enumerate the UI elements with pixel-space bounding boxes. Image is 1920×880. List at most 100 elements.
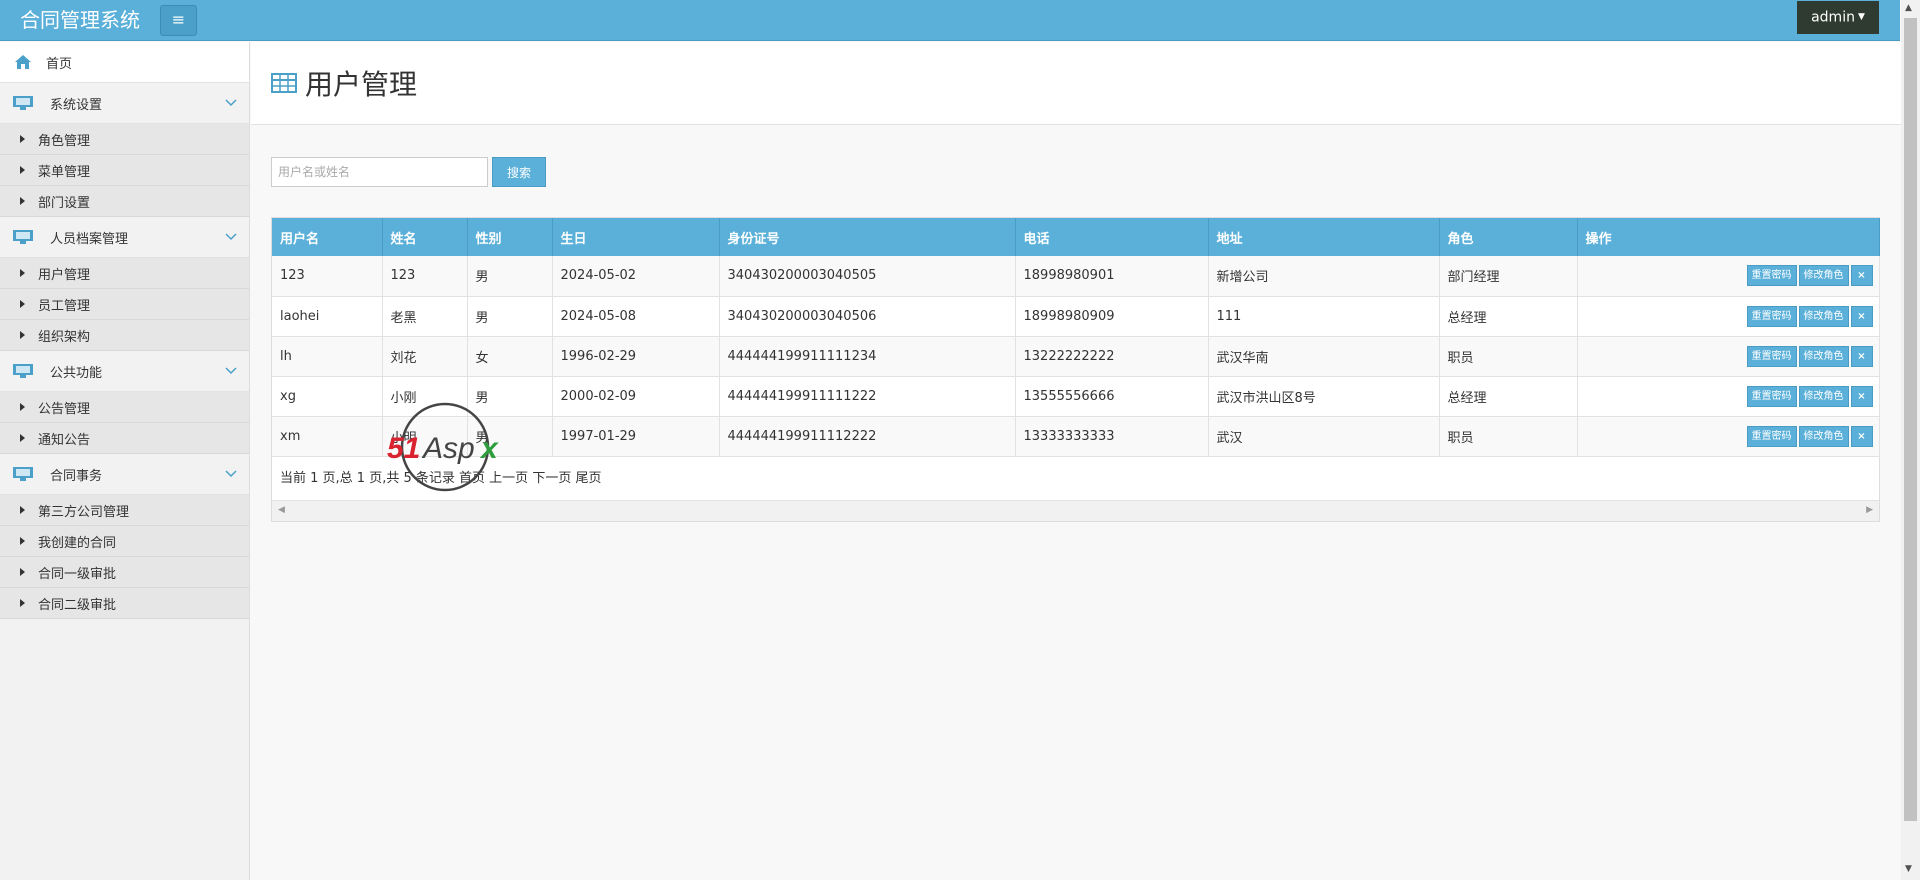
caret-right-icon [20, 434, 25, 442]
sidebar-item-my-contracts[interactable]: 我创建的合同 [0, 526, 249, 557]
cell-actions: 重置密码 修改角色 × [1577, 256, 1880, 297]
caret-right-icon [20, 166, 25, 174]
cell-birthday: 1997-01-29 [552, 416, 720, 457]
sidebar-item-label: 我创建的合同 [38, 535, 117, 551]
chevron-down-icon [225, 470, 237, 478]
sidebar-group-label: 系统设置 [50, 97, 103, 113]
cell-username: 123 [272, 256, 383, 297]
change-role-button[interactable]: 修改角色 [1798, 305, 1849, 327]
menu-toggle-button[interactable]: ≡ [160, 5, 197, 36]
sidebar-item-label: 组织架构 [38, 329, 91, 345]
sidebar-item-third-party-companies[interactable]: 第三方公司管理 [0, 495, 249, 526]
page-header: 用户管理 [251, 42, 1901, 125]
sidebar-item-contract-second-approval[interactable]: 合同二级审批 [0, 588, 249, 619]
sidebar-group-personnel-records[interactable]: 人员档案管理 [0, 217, 249, 258]
cell-role: 总经理 [1439, 376, 1578, 417]
sidebar-item-contract-first-approval[interactable]: 合同一级审批 [0, 557, 249, 588]
sidebar-group-contract-affairs[interactable]: 合同事务 [0, 454, 249, 495]
caret-down-icon: ▼ [1857, 12, 1865, 22]
scroll-left-icon[interactable]: ◀ [278, 505, 285, 515]
vertical-scrollbar[interactable]: ▲ ▼ [1901, 0, 1920, 880]
column-header-actions: 操作 [1577, 218, 1880, 256]
cell-id-number: 444444199911111222 [719, 376, 1016, 417]
watermark-logo: 51 Asp x [387, 402, 499, 492]
delete-button[interactable]: × [1850, 425, 1873, 447]
sidebar-item-label: 用户管理 [38, 267, 91, 283]
column-header-gender: 性别 [467, 218, 553, 256]
caret-right-icon [20, 599, 25, 607]
scroll-up-icon[interactable]: ▲ [1905, 3, 1912, 13]
cell-id-number: 444444199911112222 [719, 416, 1016, 457]
sidebar-item-role-management[interactable]: 角色管理 [0, 124, 249, 155]
delete-button[interactable]: × [1850, 305, 1873, 327]
cell-username: lh [272, 336, 383, 377]
sidebar-item-user-management[interactable]: 用户管理 [0, 258, 249, 289]
scrollbar-thumb[interactable] [1904, 18, 1917, 821]
scroll-down-icon[interactable]: ▼ [1905, 864, 1912, 874]
cell-id-number: 444444199911111234 [719, 336, 1016, 377]
monitor-icon [13, 364, 33, 378]
table-row: lh 刘花 女 1996-02-29 444444199911111234 13… [272, 336, 1880, 377]
change-role-button[interactable]: 修改角色 [1798, 265, 1849, 287]
sidebar-item-label: 第三方公司管理 [38, 504, 130, 520]
sidebar: 首页 系统设置 角色管理 菜单管理 部门设置 人员档案管理 用户管理 员工管理 [0, 42, 250, 880]
sidebar-item-label: 菜单管理 [38, 164, 91, 180]
search-input[interactable] [271, 157, 488, 187]
delete-button[interactable]: × [1850, 265, 1873, 287]
caret-right-icon [20, 331, 25, 339]
sidebar-group-public-functions[interactable]: 公共功能 [0, 351, 249, 392]
reset-password-button[interactable]: 重置密码 [1746, 425, 1797, 447]
monitor-icon [13, 96, 33, 110]
sidebar-item-label: 合同二级审批 [38, 597, 117, 613]
sidebar-item-menu-management[interactable]: 菜单管理 [0, 155, 249, 186]
sidebar-group-label: 公共功能 [50, 365, 103, 381]
cell-username: xm [272, 416, 383, 457]
sidebar-item-announcement-management[interactable]: 公告管理 [0, 392, 249, 423]
sidebar-item-department-settings[interactable]: 部门设置 [0, 186, 249, 217]
column-header-address: 地址 [1208, 218, 1440, 256]
reset-password-button[interactable]: 重置密码 [1746, 385, 1797, 407]
sidebar-item-notice[interactable]: 通知公告 [0, 423, 249, 454]
sidebar-group-system-settings[interactable]: 系统设置 [0, 83, 249, 124]
table-header-row: 用户名 姓名 性别 生日 身份证号 电话 地址 角色 操作 [272, 218, 1880, 256]
cell-address: 武汉 [1208, 416, 1440, 457]
column-header-name: 姓名 [382, 218, 468, 256]
sidebar-item-home[interactable]: 首页 [0, 42, 249, 83]
cell-name: 刘花 [382, 336, 468, 377]
change-role-button[interactable]: 修改角色 [1798, 345, 1849, 367]
last-page-link[interactable]: 尾页 [575, 471, 601, 486]
delete-button[interactable]: × [1850, 345, 1873, 367]
user-menu-button[interactable]: admin ▼ [1797, 1, 1879, 34]
scroll-right-icon[interactable]: ▶ [1866, 505, 1873, 515]
svg-text:51: 51 [387, 432, 420, 465]
reset-password-button[interactable]: 重置密码 [1746, 265, 1797, 287]
cell-actions: 重置密码 修改角色 × [1577, 336, 1880, 377]
cell-gender: 女 [467, 336, 553, 377]
chevron-down-icon [225, 233, 237, 241]
caret-right-icon [20, 135, 25, 143]
reset-password-button[interactable]: 重置密码 [1746, 345, 1797, 367]
search-bar: 搜索 [271, 157, 546, 187]
caret-right-icon [20, 300, 25, 308]
sidebar-item-label: 通知公告 [38, 432, 91, 448]
reset-password-button[interactable]: 重置密码 [1746, 305, 1797, 327]
change-role-button[interactable]: 修改角色 [1798, 425, 1849, 447]
chevron-down-icon [225, 99, 237, 107]
table-row: 123 123 男 2024-05-02 340430200003040505 … [272, 256, 1880, 297]
cell-role: 部门经理 [1439, 256, 1578, 297]
sidebar-item-employee-management[interactable]: 员工管理 [0, 289, 249, 320]
sidebar-item-org-structure[interactable]: 组织架构 [0, 320, 249, 351]
delete-button[interactable]: × [1850, 385, 1873, 407]
horizontal-scrollbar[interactable]: ◀ ▶ [272, 500, 1879, 521]
cell-phone: 18998980909 [1015, 296, 1209, 337]
cell-birthday: 2024-05-02 [552, 256, 720, 297]
column-header-role: 角色 [1439, 218, 1578, 256]
column-header-phone: 电话 [1015, 218, 1209, 256]
cell-address: 武汉华南 [1208, 336, 1440, 377]
change-role-button[interactable]: 修改角色 [1798, 385, 1849, 407]
sidebar-item-label: 合同一级审批 [38, 566, 117, 582]
next-page-link[interactable]: 下一页 [532, 471, 571, 486]
search-button[interactable]: 搜索 [492, 157, 546, 187]
sidebar-group-label: 人员档案管理 [50, 231, 129, 247]
cell-id-number: 340430200003040505 [719, 256, 1016, 297]
